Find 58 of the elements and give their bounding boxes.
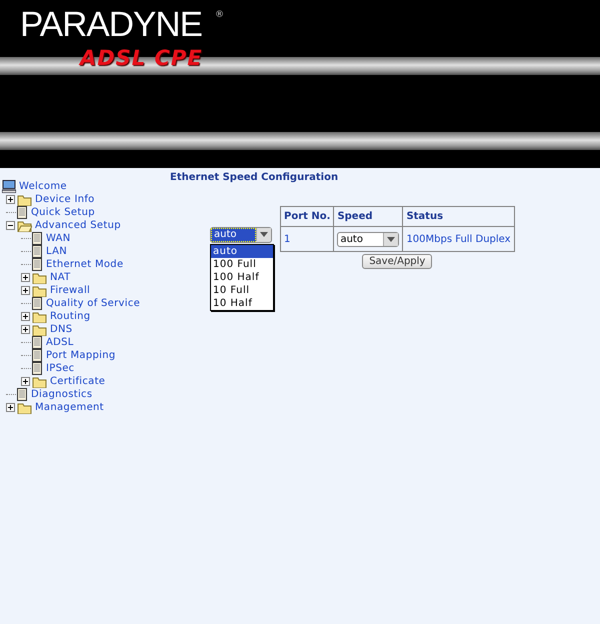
caret-icon <box>260 232 268 237</box>
open-folder-icon <box>17 220 32 232</box>
column-header: Status <box>402 206 514 226</box>
tree-item[interactable]: Ethernet Mode <box>46 259 124 270</box>
table-cell: 1 <box>280 226 334 252</box>
document-icon <box>31 297 43 310</box>
document-icon <box>31 245 43 258</box>
caret-icon <box>387 236 396 242</box>
folder-icon <box>17 402 32 414</box>
document-icon <box>16 388 28 401</box>
tree-item[interactable]: Quick Setup <box>31 207 95 218</box>
expand-icon[interactable] <box>21 286 30 295</box>
expand-icon[interactable] <box>6 403 15 412</box>
tree-item[interactable]: LAN <box>46 246 68 257</box>
folder-icon <box>32 284 47 296</box>
expand-icon[interactable] <box>21 312 30 321</box>
tree-item[interactable]: NAT <box>50 272 71 283</box>
tree-item[interactable]: Advanced Setup <box>35 220 121 231</box>
page-title: Ethernet Speed Configuration <box>170 172 340 183</box>
tree-item[interactable]: Device Info <box>35 194 95 205</box>
expand-icon[interactable] <box>21 273 30 282</box>
tree-item[interactable]: Certificate <box>50 376 106 387</box>
column-header: Speed <box>334 206 403 226</box>
save-apply-button[interactable]: Save/Apply <box>362 254 432 269</box>
folder-icon <box>17 194 32 206</box>
folder-icon <box>32 272 47 284</box>
folder-icon <box>32 310 47 322</box>
tree-item[interactable]: IPSec <box>46 363 74 374</box>
tree-item[interactable]: Routing <box>50 311 90 322</box>
document-icon <box>31 232 43 245</box>
document-icon <box>31 258 43 271</box>
tree-item[interactable]: Port Mapping <box>46 350 116 361</box>
tree-item[interactable]: Firewall <box>50 285 90 296</box>
expand-icon[interactable] <box>6 195 15 204</box>
tree-item[interactable]: ADSL <box>46 337 74 348</box>
tree-item[interactable]: Quality of Service <box>46 298 140 309</box>
speed-select[interactable]: auto <box>337 232 400 246</box>
document-icon <box>31 349 43 362</box>
document-icon <box>16 206 28 219</box>
computer-icon <box>2 180 16 193</box>
tree-item[interactable]: Management <box>35 402 104 413</box>
document-icon <box>31 336 43 349</box>
registered-mark: ® <box>215 10 224 20</box>
document-icon <box>31 362 43 375</box>
tree-item[interactable]: Diagnostics <box>31 389 92 400</box>
brand-logo: PARADYNE <box>20 6 202 44</box>
tree-item[interactable]: WAN <box>46 233 71 244</box>
expand-icon[interactable] <box>21 377 30 386</box>
table-cell: 100Mbps Full Duplex <box>402 226 514 252</box>
collapse-icon[interactable] <box>6 221 15 230</box>
column-header: Port No. <box>280 206 334 226</box>
tree-item[interactable]: Welcome <box>19 181 67 192</box>
dropdown-option[interactable]: auto <box>211 245 273 258</box>
folder-icon <box>32 376 47 388</box>
speed-select[interactable]: auto <box>210 227 272 243</box>
folder-icon <box>32 324 47 336</box>
tree-item[interactable]: DNS <box>50 324 72 335</box>
expand-icon[interactable] <box>21 325 30 334</box>
